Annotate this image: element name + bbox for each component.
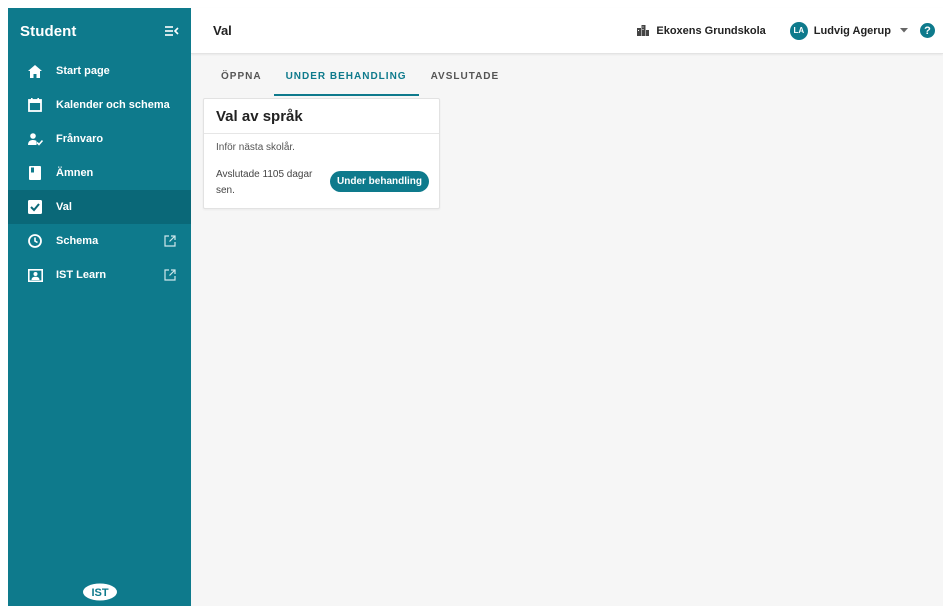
sidebar-item-label: Start page xyxy=(56,65,110,77)
choice-card[interactable]: Val av språk Inför nästa skolår. Avsluta… xyxy=(203,98,440,209)
main-content: Val Ekoxens Grundskola LA Ludvig Agerup … xyxy=(191,8,943,606)
tab-under-behandling[interactable]: UNDER BEHANDLING xyxy=(273,54,419,98)
sidebar-nav: Start page Kalender och schema Frånvaro … xyxy=(8,54,191,292)
collapse-menu-icon[interactable] xyxy=(163,22,181,40)
sidebar-item-label: IST Learn xyxy=(56,269,107,281)
sidebar-item-start-page[interactable]: Start page xyxy=(8,54,191,88)
chevron-down-icon xyxy=(900,27,908,35)
tab-bar: ÖPPNA UNDER BEHANDLING AVSLUTADE xyxy=(191,54,943,98)
sidebar-item-amnen[interactable]: Ämnen xyxy=(8,156,191,190)
sidebar-item-val[interactable]: Val xyxy=(8,190,191,224)
sidebar-header: Student xyxy=(8,8,191,54)
card-finished-text: Avslutade 1105 dagar sen. xyxy=(216,169,313,196)
external-link-icon xyxy=(163,234,177,248)
school-name: Ekoxens Grundskola xyxy=(656,24,766,37)
tab-oppna[interactable]: ÖPPNA xyxy=(209,54,274,98)
sidebar-title: Student xyxy=(20,22,77,40)
sidebar-item-ist-learn[interactable]: IST Learn xyxy=(8,258,191,292)
presenter-icon xyxy=(27,267,43,283)
sidebar-item-schema[interactable]: Schema xyxy=(8,224,191,258)
app-frame: Student Start page Kalender och schema F… xyxy=(8,8,943,606)
card-body: Inför nästa skolår. Avslutade 1105 dagar… xyxy=(204,134,439,208)
calendar-icon xyxy=(27,97,43,113)
user-name: Ludvig Agerup xyxy=(813,24,891,37)
user-menu[interactable]: LA Ludvig Agerup xyxy=(789,21,908,40)
tab-avslutade[interactable]: AVSLUTADE xyxy=(419,54,512,98)
clock-icon xyxy=(27,233,43,249)
sidebar-item-label: Kalender och schema xyxy=(56,99,170,111)
school-selector[interactable]: Ekoxens Grundskola xyxy=(637,24,766,37)
page-title: Val xyxy=(213,23,232,38)
help-button[interactable]: ? xyxy=(920,23,935,38)
sidebar-item-calendar[interactable]: Kalender och schema xyxy=(8,88,191,122)
sidebar-item-label: Ämnen xyxy=(56,167,94,179)
svg-text:IST: IST xyxy=(91,587,108,599)
card-title: Val av språk xyxy=(204,99,439,134)
card-description: Inför nästa skolår. xyxy=(216,142,295,153)
checkbox-icon xyxy=(27,199,43,215)
sidebar-item-label: Schema xyxy=(56,235,99,247)
home-icon xyxy=(27,63,43,79)
sidebar-item-franvaro[interactable]: Frånvaro xyxy=(8,122,191,156)
card-footer: Avslutade 1105 dagar sen. Under behandli… xyxy=(216,167,429,199)
ist-logo: IST xyxy=(80,582,120,602)
sidebar-item-label: Frånvaro xyxy=(56,133,104,145)
sidebar: Student Start page Kalender och schema F… xyxy=(8,8,191,606)
status-chip[interactable]: Under behandling xyxy=(330,171,429,192)
person-check-icon xyxy=(27,131,43,147)
external-link-icon xyxy=(163,268,177,282)
top-bar: Val Ekoxens Grundskola LA Ludvig Agerup … xyxy=(191,8,943,54)
book-icon xyxy=(27,165,43,181)
school-building-icon xyxy=(637,25,650,37)
avatar: LA xyxy=(789,21,808,40)
sidebar-item-label: Val xyxy=(56,201,72,213)
